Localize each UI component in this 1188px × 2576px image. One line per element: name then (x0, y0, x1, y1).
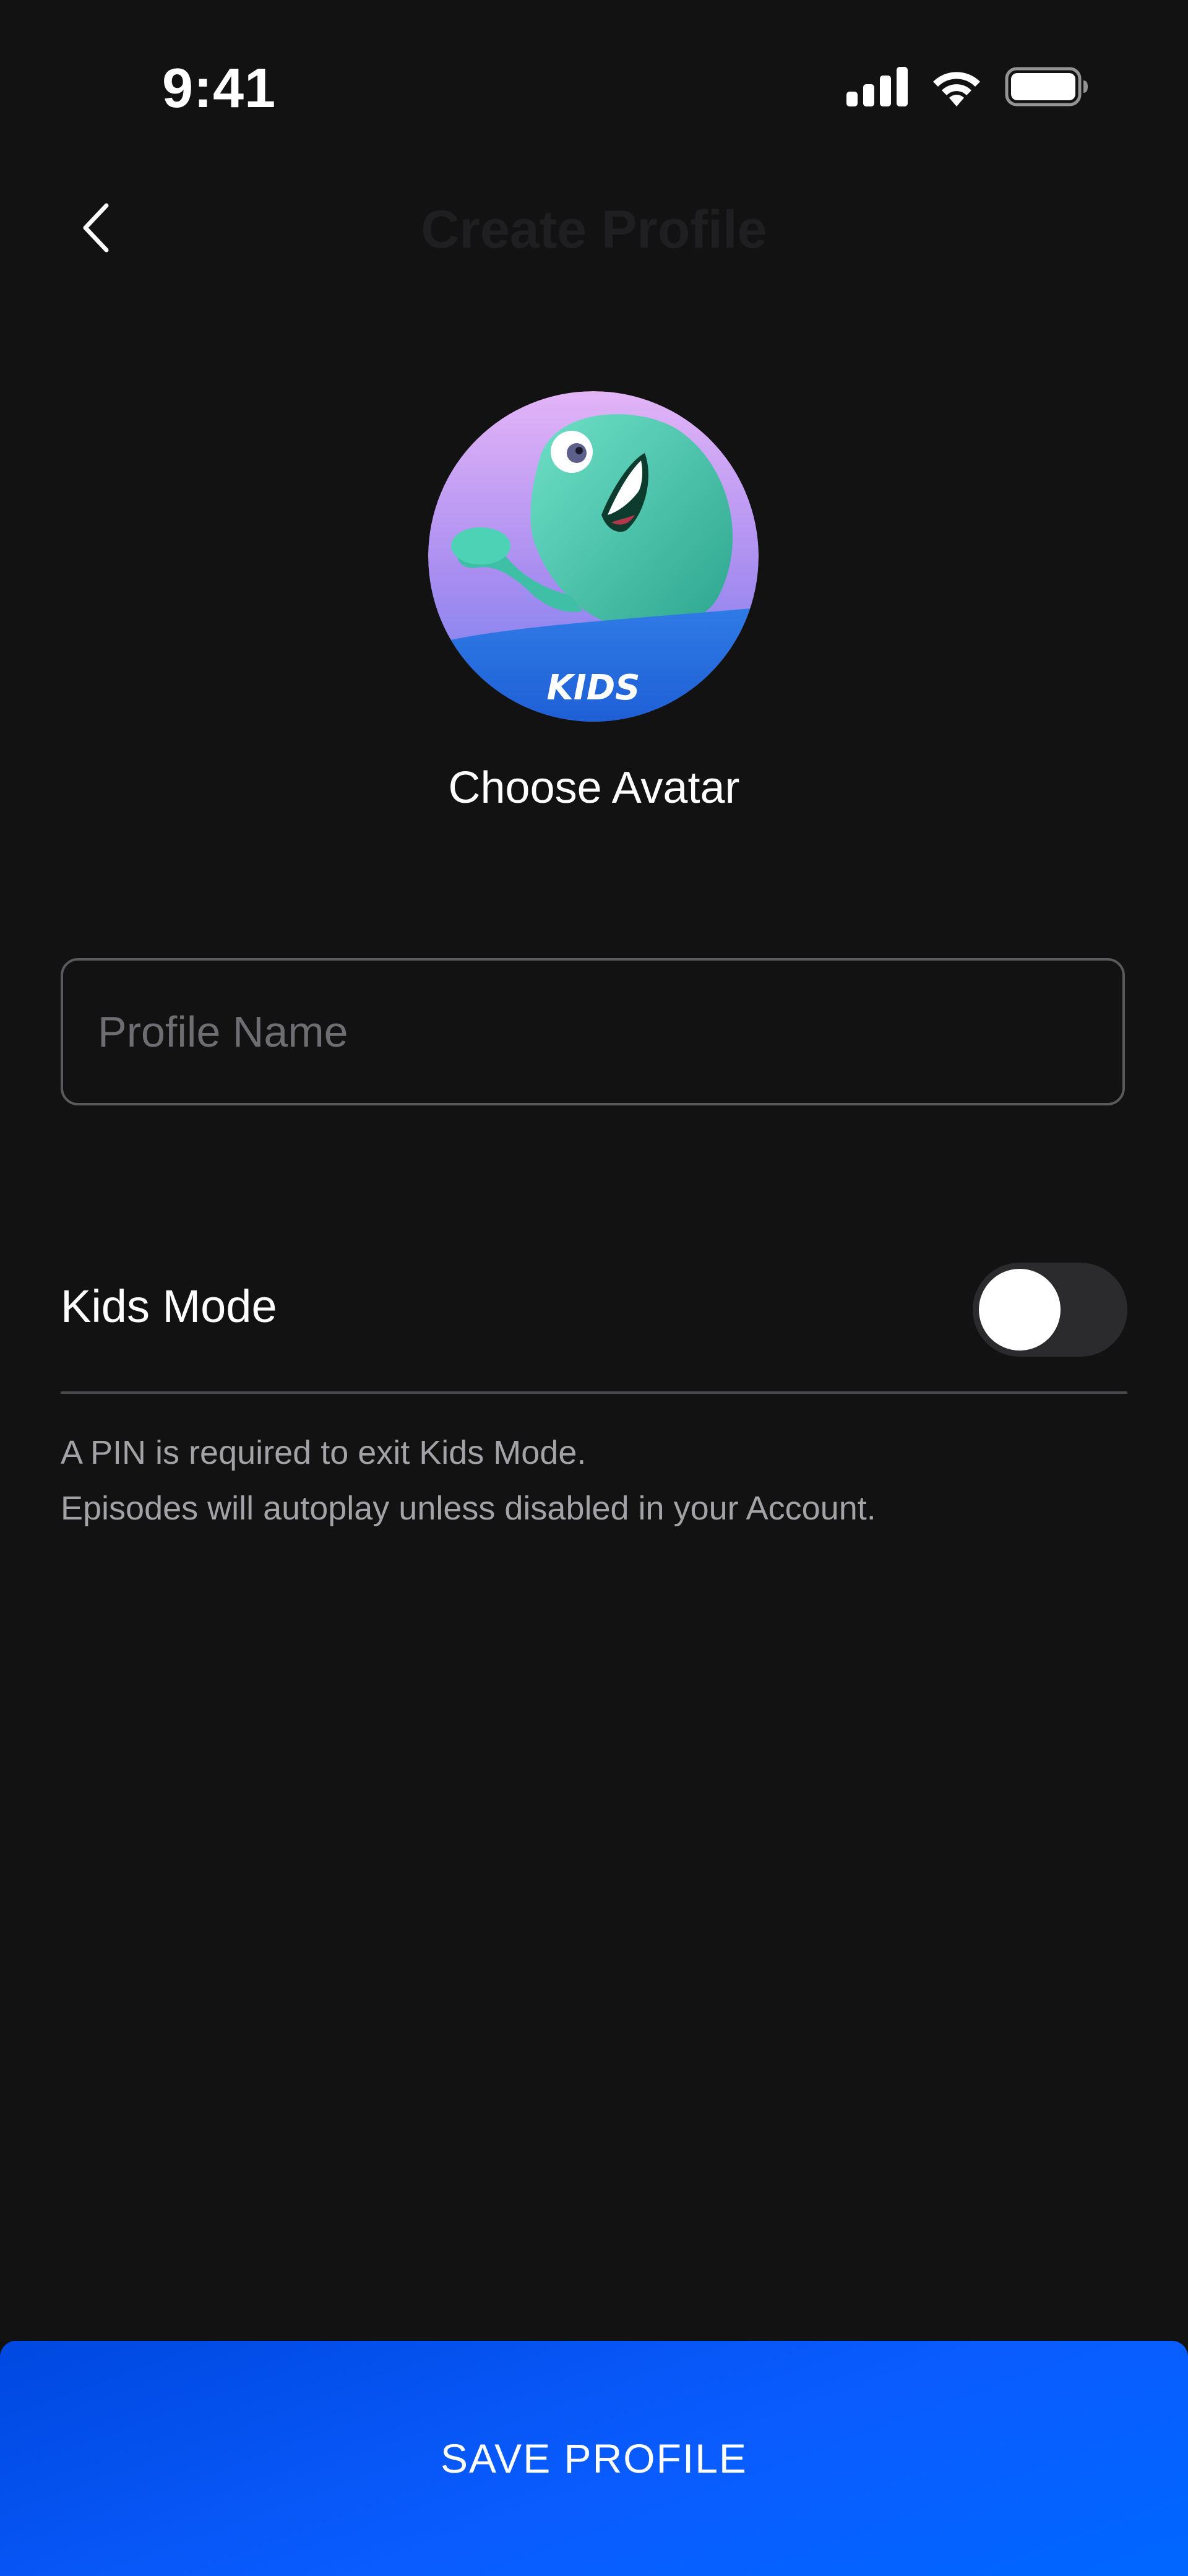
kids-mode-info-pin: A PIN is required to exit Kids Mode. (61, 1434, 587, 1471)
page-title: Create Profile (421, 200, 767, 259)
status-icons (846, 64, 1089, 111)
profile-name-input[interactable] (61, 958, 1125, 1105)
toggle-knob (979, 1269, 1061, 1351)
divider (61, 1391, 1127, 1394)
save-profile-button[interactable]: SAVE PROFILE (0, 2341, 1188, 2576)
kids-mode-label: Kids Mode (61, 1281, 277, 1332)
kids-mode-toggle[interactable] (973, 1263, 1127, 1357)
avatar-picker[interactable]: KIDS (428, 391, 759, 722)
status-time: 9:41 (162, 58, 277, 119)
battery-icon (1005, 67, 1089, 110)
wifi-icon (929, 67, 984, 110)
kids-badge: KIDS (546, 668, 640, 708)
avatar-image: KIDS (428, 391, 759, 722)
kids-mode-info-autoplay: Episodes will autoplay unless disabled i… (61, 1490, 876, 1527)
signal-icon (846, 66, 908, 110)
choose-avatar-link[interactable]: Choose Avatar (0, 763, 1188, 813)
save-profile-label: SAVE PROFILE (441, 2436, 747, 2481)
